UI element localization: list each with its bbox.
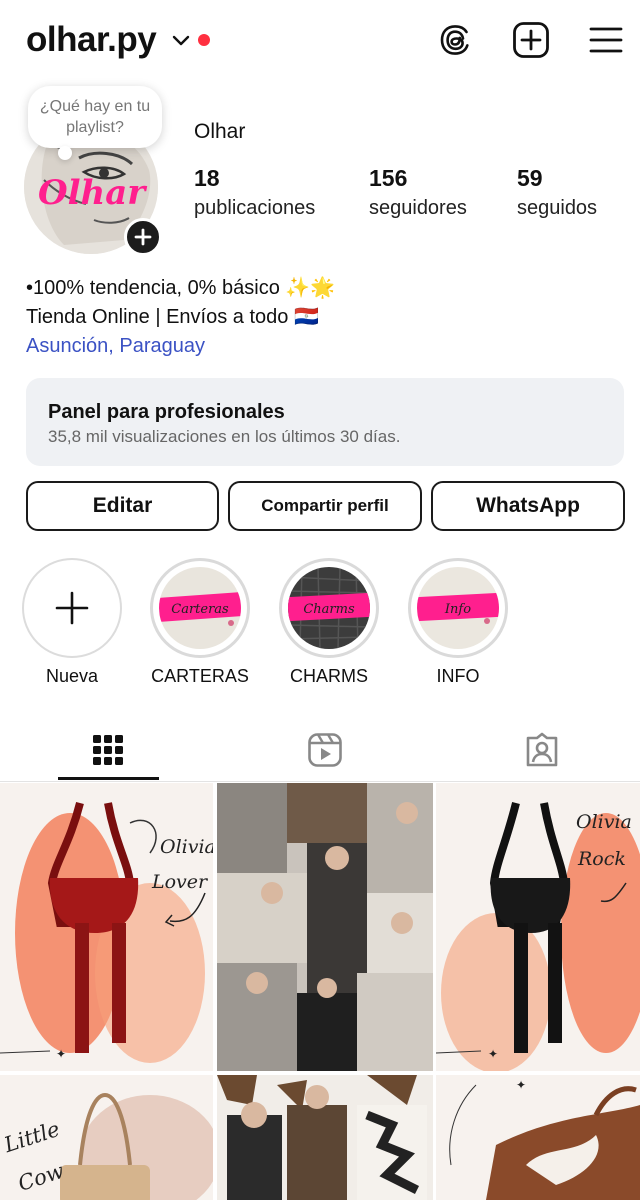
highlight-cover-image: Charms — [288, 567, 370, 649]
highlight-cover-text: Info — [444, 602, 471, 617]
stat-following-label: seguidos — [517, 197, 598, 219]
professional-dashboard[interactable]: Panel para profesionales 35,8 mil visual… — [26, 378, 624, 466]
highlight-label: CHARMS — [289, 666, 368, 686]
svg-text:✦: ✦ — [488, 1047, 498, 1061]
chevron-down-icon[interactable] — [170, 29, 192, 51]
grid-icon — [93, 735, 123, 765]
svg-text:✦: ✦ — [516, 1078, 526, 1092]
profile-header: olhar.py — [0, 0, 640, 84]
highlight-cover-text: Charms — [303, 602, 355, 617]
plus-icon — [55, 591, 89, 625]
stat-posts-label: publicaciones — [194, 197, 316, 219]
tab-tagged[interactable] — [492, 722, 592, 778]
highlight-cover-image: Carteras — [159, 567, 241, 649]
highlight-label: INFO — [436, 666, 480, 686]
highlight-ring: Charms — [279, 558, 379, 658]
dashboard-title: Panel para profesionales — [48, 401, 285, 423]
post-tile[interactable] — [217, 1075, 433, 1200]
highlight-label: Nueva — [45, 666, 99, 686]
plus-icon — [134, 228, 152, 246]
stat-posts-value: 18 — [194, 165, 220, 191]
stat-followers[interactable]: 156 seguidores — [369, 164, 467, 224]
stat-followers-value: 156 — [369, 165, 408, 191]
post-image: Olivia Lover ✦ — [0, 783, 213, 1071]
post-image: Olivia Rock ✦ — [436, 783, 640, 1071]
notification-dot — [198, 34, 210, 46]
highlight-cover: Carteras — [159, 567, 241, 649]
location-link[interactable]: Asunción, Paraguay — [26, 332, 335, 361]
display-name: Olhar — [194, 120, 246, 143]
post-image: Little Cow — [0, 1075, 213, 1200]
post-caption: Lover — [151, 871, 209, 893]
post-caption: Rock — [577, 848, 626, 870]
tabs-divider — [0, 781, 640, 782]
highlight-new[interactable]: Nueva — [20, 558, 124, 687]
svg-text:✦: ✦ — [56, 1047, 66, 1061]
highlight-cover-image: Info — [417, 567, 499, 649]
edit-profile-button[interactable]: Editar — [26, 481, 219, 531]
stat-posts[interactable]: 18 publicaciones — [194, 164, 315, 224]
create-post-icon[interactable] — [511, 20, 551, 60]
highlight-label: CARTERAS — [151, 666, 249, 686]
avatar-logo-text: Olhar — [38, 173, 147, 213]
tab-reels[interactable] — [275, 722, 375, 778]
highlight-ring: Carteras — [150, 558, 250, 658]
account-username[interactable]: olhar.py — [26, 20, 157, 60]
post-tile[interactable] — [217, 783, 433, 1071]
post-tile[interactable]: ✦ — [436, 1075, 640, 1200]
highlight-cover: Info — [417, 567, 499, 649]
add-story-button[interactable] — [124, 218, 162, 256]
bio-line: •100% tendencia, 0% básico ✨🌟 — [26, 277, 336, 299]
profile-bio: •100% tendencia, 0% básico ✨🌟 Tienda Onl… — [26, 274, 335, 361]
whatsapp-button[interactable]: WhatsApp — [431, 481, 625, 531]
note-bubble[interactable]: ¿Qué hay en tu playlist? — [28, 86, 162, 160]
post-tile[interactable]: Little Cow — [0, 1075, 213, 1200]
stat-following-value: 59 — [517, 165, 543, 191]
post-image — [217, 783, 433, 1071]
reels-icon — [308, 733, 342, 767]
tagged-icon — [526, 732, 558, 767]
highlight-info[interactable]: Info INFO — [406, 558, 510, 687]
post-caption: Olivia — [576, 811, 632, 833]
bio-line: Tienda Online | Envíos a todo 🇵🇾 — [26, 306, 319, 328]
highlight-new-ring — [22, 558, 122, 658]
stat-following[interactable]: 59 seguidos — [517, 164, 597, 224]
highlight-cover-text: Carteras — [171, 602, 229, 617]
highlight-charms[interactable]: Charms CHARMS — [277, 558, 381, 687]
share-profile-button[interactable]: Compartir perfil — [228, 481, 422, 531]
highlight-cover: Charms — [288, 567, 370, 649]
stat-followers-label: seguidores — [369, 197, 467, 219]
post-tile[interactable]: Olivia Lover ✦ — [0, 783, 213, 1071]
post-tile[interactable]: Olivia Rock ✦ — [436, 783, 640, 1071]
post-image: ✦ — [436, 1075, 640, 1200]
dashboard-subtitle: 35,8 mil visualizaciones en los últimos … — [48, 427, 401, 446]
post-image — [217, 1075, 433, 1200]
post-caption: Olivia — [160, 836, 213, 858]
threads-icon[interactable] — [436, 20, 476, 60]
tab-posts-grid[interactable] — [58, 722, 158, 778]
menu-icon[interactable] — [586, 20, 626, 60]
active-tab-indicator — [58, 777, 159, 780]
highlight-carteras[interactable]: Carteras CARTERAS — [148, 558, 252, 687]
highlight-ring: Info — [408, 558, 508, 658]
